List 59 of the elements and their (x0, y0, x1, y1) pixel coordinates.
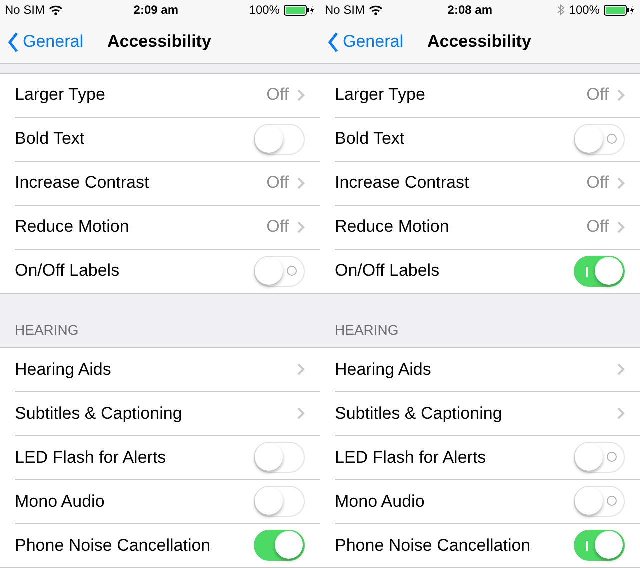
chevron-right-icon (297, 176, 305, 190)
setting-label: On/Off Labels (335, 260, 440, 282)
settings-row[interactable]: Reduce Motion Off (335, 206, 640, 250)
setting-value: Off (586, 172, 609, 194)
setting-value: Off (586, 216, 609, 238)
chevron-right-icon (297, 88, 305, 102)
setting-value: Off (586, 84, 609, 106)
back-button[interactable]: General (8, 29, 84, 55)
settings-row[interactable]: Subtitles & Captioning (335, 392, 640, 436)
wifi-icon (49, 4, 64, 16)
setting-label: Phone Noise Cancellation (15, 534, 211, 557)
chevron-right-icon (617, 407, 625, 420)
toggle-switch[interactable] (254, 256, 305, 287)
battery-percentage: 100% (569, 2, 600, 19)
settings-row[interactable]: Hearing Aids (335, 348, 640, 392)
screen-title: Accessibility (107, 31, 212, 54)
chevron-right-icon (297, 407, 305, 420)
screen-title: Accessibility (427, 31, 532, 54)
chevron-left-icon (328, 32, 339, 52)
carrier-label: No SIM (325, 2, 366, 19)
chevron-right-icon (297, 363, 305, 376)
setting-label: LED Flash for Alerts (15, 446, 166, 469)
back-button[interactable]: General (328, 29, 404, 55)
setting-label: Phone Noise Cancellation (335, 534, 531, 557)
setting-label: Mono Audio (335, 490, 425, 513)
setting-label: Bold Text (15, 128, 85, 150)
toggle-switch[interactable] (254, 442, 305, 473)
chevron-left-icon (8, 32, 19, 52)
section-header: HEARING (335, 321, 399, 340)
chevron-right-icon (617, 88, 625, 102)
toggle-switch[interactable] (574, 486, 625, 517)
chevron-right-icon (617, 363, 625, 376)
toggle-switch[interactable] (574, 124, 625, 155)
status-time: 2:08 am (448, 2, 492, 19)
toggle-switch[interactable] (574, 256, 625, 287)
toggle-switch[interactable] (574, 530, 625, 561)
toggle-switch[interactable] (254, 530, 305, 561)
battery-percentage: 100% (249, 2, 280, 19)
setting-label: Bold Text (335, 128, 405, 150)
chevron-right-icon (617, 176, 625, 190)
settings-row[interactable]: Increase Contrast Off (335, 162, 640, 206)
setting-label: LED Flash for Alerts (335, 446, 486, 469)
setting-label: On/Off Labels (15, 260, 120, 282)
status-time: 2:09 am (134, 2, 178, 19)
setting-value: Off (266, 216, 289, 238)
section-header: HEARING (15, 321, 79, 340)
toggle-switch[interactable] (574, 442, 625, 473)
setting-value: Off (266, 172, 289, 194)
charging-battery-icon (604, 4, 635, 16)
toggle-switch[interactable] (254, 124, 305, 155)
carrier-label: No SIM (5, 2, 46, 19)
setting-label: Mono Audio (15, 490, 105, 513)
charging-battery-icon (284, 4, 315, 16)
wifi-icon (369, 4, 384, 16)
settings-row[interactable]: Larger Type Off (335, 74, 640, 118)
chevron-right-icon (617, 220, 625, 234)
setting-value: Off (266, 84, 289, 106)
toggle-switch[interactable] (254, 486, 305, 517)
chevron-right-icon (297, 220, 305, 234)
